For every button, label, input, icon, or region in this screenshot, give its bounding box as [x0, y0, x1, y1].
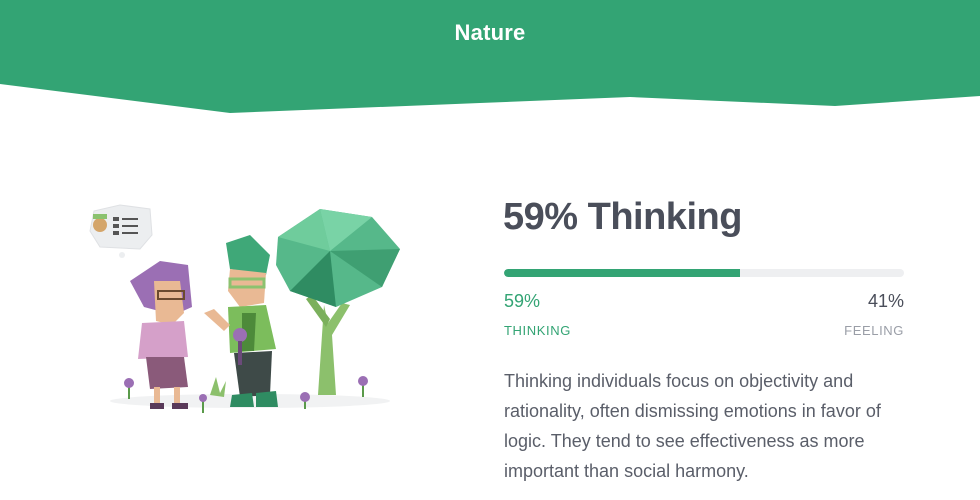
trait-progress-bar [504, 269, 904, 277]
thought-bubble-icon [89, 204, 153, 258]
trait-heading: 59% Thinking [503, 196, 742, 238]
thinking-percent: 59% [504, 291, 541, 311]
tree-icon [276, 209, 400, 395]
feeling-label: FEELING [844, 323, 904, 338]
woman-figure-icon [130, 261, 192, 409]
thinking-label: THINKING [504, 323, 571, 338]
page-title: Nature [454, 20, 526, 45]
header-band [0, 0, 980, 113]
trait-description: Thinking individuals focus on objectivit… [504, 371, 881, 481]
nature-thinking-illustration [89, 204, 400, 413]
feeling-percent: 41% [867, 291, 904, 311]
trait-progress-fill [504, 269, 740, 277]
